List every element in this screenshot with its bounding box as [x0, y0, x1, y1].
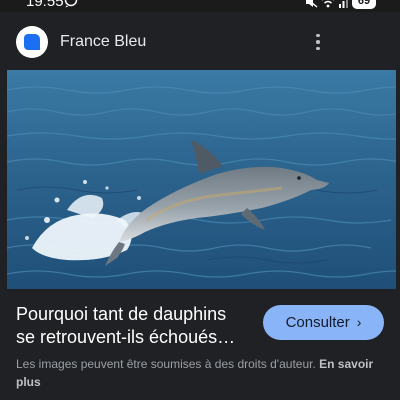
- status-bar: 19:55 69: [0, 0, 400, 12]
- result-title-line2: se retrouvent-ils échoués…: [16, 327, 236, 347]
- result-image[interactable]: [7, 70, 396, 289]
- result-title[interactable]: Pourquoi tant de dauphins se retrouvent-…: [16, 303, 256, 349]
- mute-icon: [306, 0, 318, 8]
- france-bleu-logo-icon: [24, 34, 40, 50]
- copyright-text: Les images peuvent être soumises à des d…: [16, 357, 316, 371]
- dolphin-image: [7, 70, 396, 289]
- lens-result-screen: 19:55 69 France Bleu Pourquoi tant de da…: [0, 0, 400, 400]
- status-time: 19:55: [26, 0, 64, 10]
- more-vert-icon: [316, 33, 320, 38]
- more-options-button[interactable]: [306, 28, 330, 56]
- signal-icon: [339, 0, 348, 8]
- source-header: France Bleu: [0, 22, 400, 62]
- chevron-right-icon: ›: [356, 314, 362, 330]
- battery-indicator: 69: [352, 0, 376, 9]
- source-name[interactable]: France Bleu: [60, 32, 146, 52]
- consult-button-label: Consulter: [285, 314, 350, 331]
- france-bleu-logo: [16, 26, 48, 58]
- status-icons: [304, 0, 350, 9]
- wifi-icon: [322, 0, 334, 8]
- whatsapp-icon: [64, 0, 78, 8]
- result-title-line1: Pourquoi tant de dauphins: [16, 304, 227, 324]
- copyright-notice: Les images peuvent être soumises à des d…: [16, 355, 386, 391]
- consult-button[interactable]: Consulter ›: [263, 305, 384, 340]
